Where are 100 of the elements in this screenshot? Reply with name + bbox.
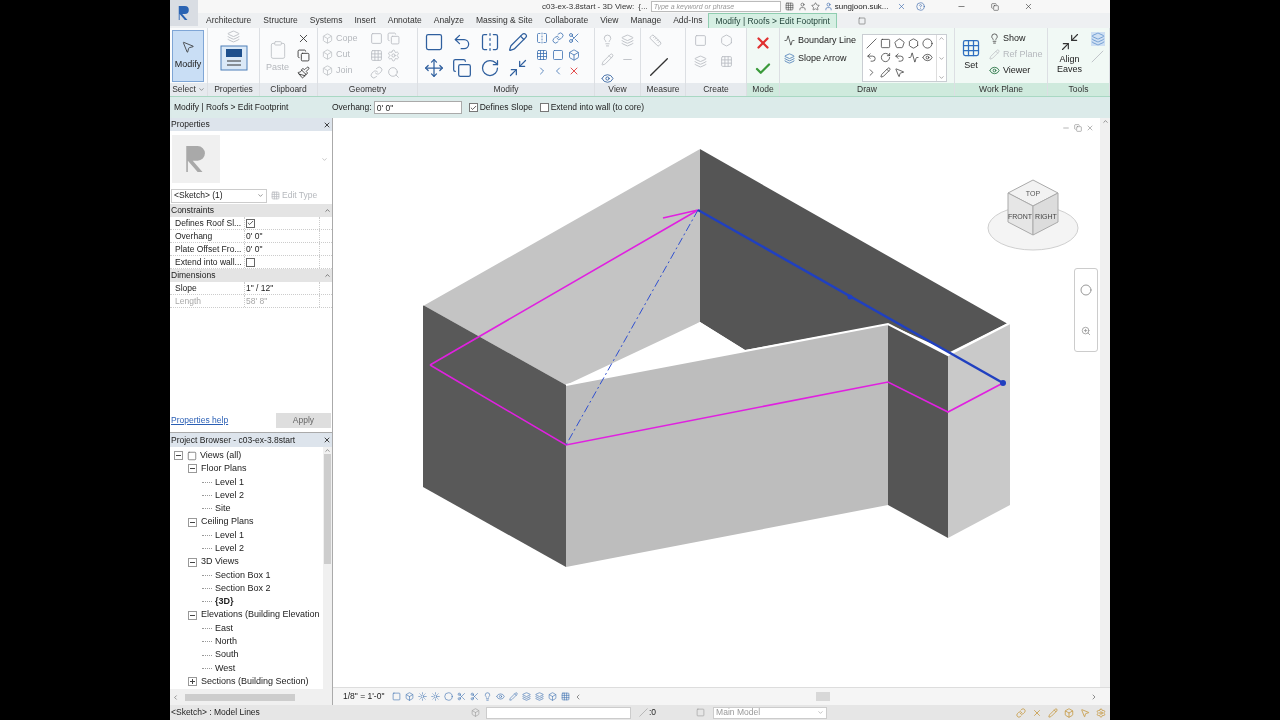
ribbon-tab[interactable]: Add-Ins bbox=[667, 13, 709, 28]
scissors-icon[interactable] bbox=[568, 32, 580, 44]
properties-help-link[interactable]: Properties help bbox=[171, 413, 229, 427]
ribbon-tab[interactable]: Architecture bbox=[200, 13, 258, 28]
collapse-icon[interactable] bbox=[188, 610, 197, 620]
navigation-bar[interactable] bbox=[1074, 268, 1098, 352]
move-icon[interactable] bbox=[424, 58, 444, 78]
arc-icon[interactable] bbox=[894, 52, 906, 64]
property-value[interactable]: 1" / 12" bbox=[246, 281, 274, 295]
expand-icon[interactable] bbox=[188, 677, 197, 687]
tree-item[interactable]: Sections (Building Section) bbox=[201, 674, 309, 689]
lightbulb-icon[interactable] bbox=[601, 34, 614, 47]
tree-item[interactable]: North bbox=[215, 635, 237, 649]
shadows-icon[interactable] bbox=[431, 692, 441, 701]
polygon-icon[interactable] bbox=[894, 38, 906, 49]
slope-icon[interactable] bbox=[1091, 50, 1104, 63]
ribbon-tab[interactable]: Systems bbox=[303, 13, 349, 28]
checkbox[interactable] bbox=[468, 103, 478, 112]
slope-arrow-button[interactable]: Slope Arrow bbox=[784, 52, 857, 64]
breadcrumb[interactable]: {... bbox=[638, 0, 648, 13]
dimension-icon[interactable] bbox=[649, 57, 669, 77]
draw-gallery[interactable] bbox=[862, 34, 948, 82]
dropdown-icon[interactable] bbox=[197, 86, 205, 93]
ribbon-tab[interactable]: Analyze bbox=[427, 13, 470, 28]
star-icon[interactable] bbox=[810, 2, 820, 11]
tree-item[interactable]: Elevations (Building Elevation bbox=[201, 608, 320, 622]
arc-icon[interactable] bbox=[880, 52, 892, 64]
scroll-down-icon[interactable] bbox=[938, 54, 946, 62]
grid-icon[interactable] bbox=[720, 55, 733, 68]
align-eaves-button[interactable]: Align Eaves bbox=[1052, 32, 1087, 74]
property-value[interactable]: 0' 0" bbox=[246, 229, 263, 243]
collapse-icon[interactable] bbox=[188, 464, 197, 474]
link-icon[interactable] bbox=[369, 66, 383, 79]
scroll-thumb[interactable] bbox=[324, 454, 331, 564]
array-icon[interactable] bbox=[536, 48, 548, 61]
ribbon-tab[interactable]: Insert bbox=[348, 13, 382, 28]
collapse-icon[interactable] bbox=[174, 451, 183, 461]
collapse-icon[interactable] bbox=[188, 517, 197, 527]
scroll-up-icon[interactable] bbox=[1101, 118, 1109, 125]
tree-item[interactable]: Level 2 bbox=[215, 488, 245, 503]
boundary-line-button[interactable]: Boundary Line bbox=[784, 34, 857, 46]
tree-item[interactable]: Level 1 bbox=[215, 475, 245, 489]
pencil-icon[interactable] bbox=[601, 53, 614, 66]
close-icon[interactable] bbox=[323, 120, 331, 129]
ribbon-tab[interactable]: Modify | Roofs > Edit Footprint bbox=[708, 13, 837, 28]
gear-icon[interactable] bbox=[386, 49, 400, 62]
mirror-icon[interactable] bbox=[480, 32, 500, 52]
line-icon[interactable] bbox=[866, 38, 878, 49]
brush-icon[interactable] bbox=[297, 66, 310, 79]
scroll-right-icon[interactable] bbox=[1090, 692, 1098, 701]
tree-item[interactable]: Ceiling Plans bbox=[201, 515, 254, 529]
crop-icon[interactable] bbox=[457, 692, 467, 701]
slope-arrow[interactable] bbox=[697, 208, 1006, 386]
copy-icon[interactable] bbox=[297, 49, 310, 62]
horizontal-scrollbar[interactable] bbox=[170, 689, 332, 705]
tree-item[interactable]: Views (all) bbox=[200, 448, 242, 463]
polygon-icon[interactable] bbox=[908, 38, 920, 49]
restore-icon[interactable] bbox=[1074, 124, 1082, 132]
boundary-line[interactable] bbox=[429, 209, 699, 366]
dropdown-icon[interactable] bbox=[321, 155, 328, 163]
close-icon[interactable] bbox=[1023, 2, 1033, 11]
tree-item[interactable]: South bbox=[215, 648, 239, 662]
rotate-icon[interactable] bbox=[480, 58, 500, 78]
app-logo[interactable] bbox=[170, 0, 198, 26]
tree-item[interactable]: Level 1 bbox=[215, 528, 245, 543]
property-checkbox[interactable] bbox=[246, 218, 255, 228]
ribbon-tab[interactable]: Massing & Site bbox=[470, 13, 539, 28]
scroll-up-icon[interactable] bbox=[324, 447, 331, 454]
restore-icon[interactable] bbox=[990, 2, 999, 11]
ribbon-tab[interactable]: Manage bbox=[624, 13, 668, 28]
vertical-scrollbar[interactable] bbox=[323, 447, 332, 689]
show-button[interactable]: Show bbox=[989, 32, 1043, 44]
overhang-field[interactable]: 0' 0" bbox=[373, 101, 462, 114]
layers-icon[interactable] bbox=[1091, 32, 1105, 46]
sun-path-icon[interactable] bbox=[418, 692, 428, 701]
set-button[interactable]: Set bbox=[959, 32, 983, 76]
crop-region-icon[interactable] bbox=[470, 692, 480, 701]
help-icon[interactable] bbox=[915, 2, 925, 11]
ruler-icon[interactable] bbox=[649, 34, 662, 47]
user-icon[interactable] bbox=[823, 2, 833, 11]
spline-icon[interactable] bbox=[908, 52, 920, 64]
properties-icon[interactable] bbox=[219, 45, 248, 71]
tree-item[interactable]: {3D} bbox=[215, 595, 234, 609]
scroll-thumb[interactable] bbox=[185, 693, 295, 701]
grid-icon[interactable] bbox=[369, 49, 383, 62]
viewer-button[interactable]: Viewer bbox=[989, 64, 1043, 76]
tree-item[interactable]: Floor Plans bbox=[201, 462, 247, 476]
panel-toggle-icon[interactable] bbox=[856, 17, 867, 25]
tree-item[interactable]: Level 2 bbox=[215, 542, 245, 556]
property-value[interactable]: 0' 0" bbox=[246, 242, 263, 256]
scroll-up-icon[interactable] bbox=[938, 35, 946, 42]
trim-icon[interactable] bbox=[508, 58, 528, 78]
cancel-icon[interactable] bbox=[754, 34, 772, 52]
visual-style-icon[interactable] bbox=[405, 692, 415, 701]
link-icon[interactable] bbox=[552, 32, 564, 44]
scroll-thumb[interactable] bbox=[816, 692, 831, 701]
tree-item[interactable]: 3D Views bbox=[201, 555, 239, 569]
property-checkbox[interactable] bbox=[246, 257, 255, 267]
vertical-scrollbar[interactable] bbox=[1100, 118, 1110, 687]
eye-icon[interactable] bbox=[601, 72, 614, 83]
